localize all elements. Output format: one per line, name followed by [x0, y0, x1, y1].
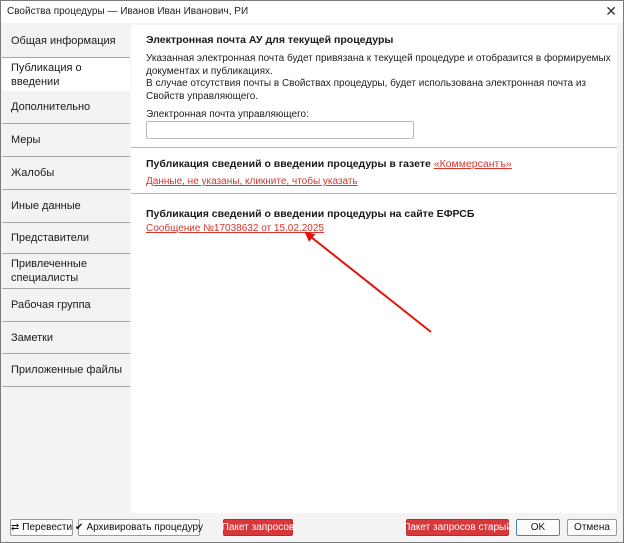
ok-button[interactable]: OK: [516, 519, 560, 536]
swap-arrows-icon: ⇄: [10, 522, 20, 533]
sidebar-item-attached-files[interactable]: Приложенные файлы: [2, 354, 130, 387]
sidebar-item-representatives[interactable]: Представители: [2, 223, 130, 254]
sidebar-item-intro-publication[interactable]: Публикация о введении: [2, 58, 130, 91]
properties-dialog: Свойства процедуры — Иванов Иван Иванови…: [0, 0, 624, 543]
archive-button-label: Архивировать процедуру: [86, 522, 203, 533]
translate-button-label: Перевести: [22, 522, 73, 533]
request-package-button[interactable]: Пакет запросов: [222, 519, 294, 536]
sidebar-item-complaints[interactable]: Жалобы: [2, 157, 130, 190]
sidebar-item-label: Привлеченные специалисты: [11, 258, 87, 284]
sidebar-item-label: Общая информация: [11, 35, 116, 47]
content-panel: Электронная почта АУ для текущей процеду…: [131, 25, 617, 513]
sidebar-item-divider-fill: [102, 254, 130, 289]
sidebar-item-label: Приложенные файлы: [11, 364, 123, 376]
sidebar-item-label: Представители: [11, 232, 90, 244]
cancel-button[interactable]: Отмена: [567, 519, 617, 536]
sidebar-item-label: Дополнительно: [11, 101, 91, 113]
sidebar-item-label: Жалобы: [11, 167, 55, 179]
sidebar-item-additional[interactable]: Дополнительно: [2, 91, 130, 124]
checkmark-icon: ✔: [75, 522, 84, 533]
close-icon[interactable]: ✕: [605, 2, 617, 20]
sidebar-item-label: Иные данные: [11, 200, 81, 212]
sidebar-item-general-info[interactable]: Общая информация: [2, 25, 130, 58]
sidebar-item-specialists[interactable]: Привлеченные специалисты: [2, 254, 102, 289]
sidebar-item-label: Публикация о введении: [11, 61, 82, 88]
title-bar: Свойства процедуры — Иванов Иван Иванови…: [1, 1, 623, 23]
annotation-arrow: [304, 231, 432, 333]
sidebar-item-measures[interactable]: Меры: [2, 124, 130, 157]
sidebar-item-label: Заметки: [11, 331, 54, 344]
sidebar: Общая информация Публикация о введении Д…: [2, 25, 130, 513]
archive-procedure-button[interactable]: ✔ Архивировать процедуру: [75, 519, 203, 536]
footer-bar: ⇄ Перевести ✔ Архивировать процедуру Пакет…: [2, 513, 622, 541]
sidebar-item-label: Рабочая группа: [11, 299, 91, 311]
window-title: Свойства процедуры — Иванов Иван Иванови…: [7, 6, 249, 17]
sidebar-item-notes[interactable]: Заметки: [2, 322, 130, 354]
sidebar-item-label: Меры: [11, 134, 41, 146]
translate-button[interactable]: ⇄ Перевести: [10, 519, 73, 536]
sidebar-item-other-data[interactable]: Иные данные: [2, 190, 130, 223]
annotation-arrow-line: [304, 231, 432, 333]
sidebar-item-work-group[interactable]: Рабочая группа: [2, 289, 130, 322]
old-request-package-button[interactable]: Пакет запросов старый: [403, 519, 512, 536]
